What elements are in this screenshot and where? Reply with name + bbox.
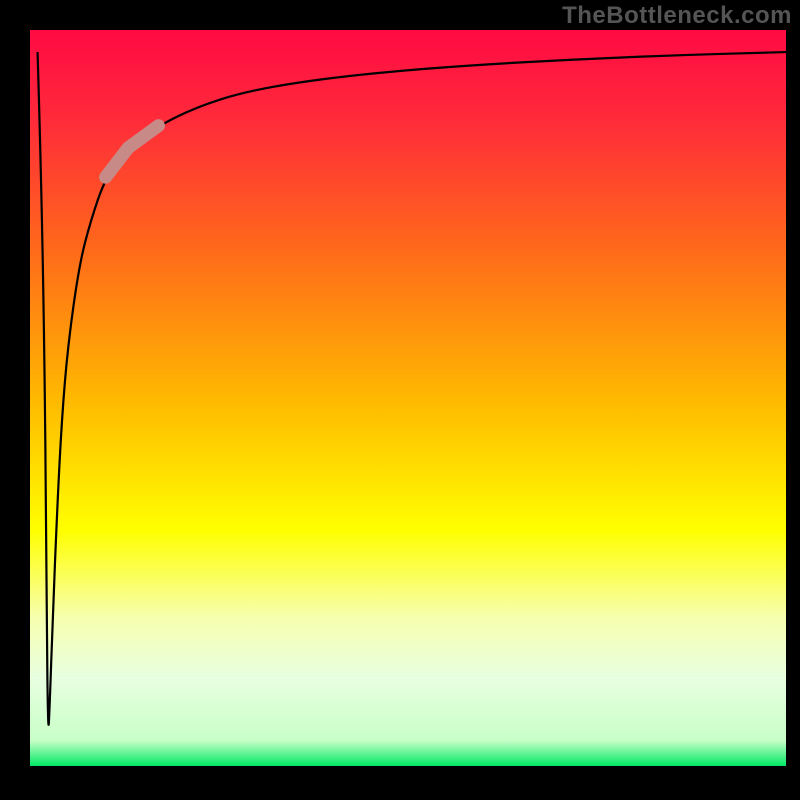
chart-svg [30,30,786,766]
plot-area [30,30,786,766]
chart-frame: TheBottleneck.com [0,0,800,800]
watermark-text: TheBottleneck.com [562,2,792,30]
